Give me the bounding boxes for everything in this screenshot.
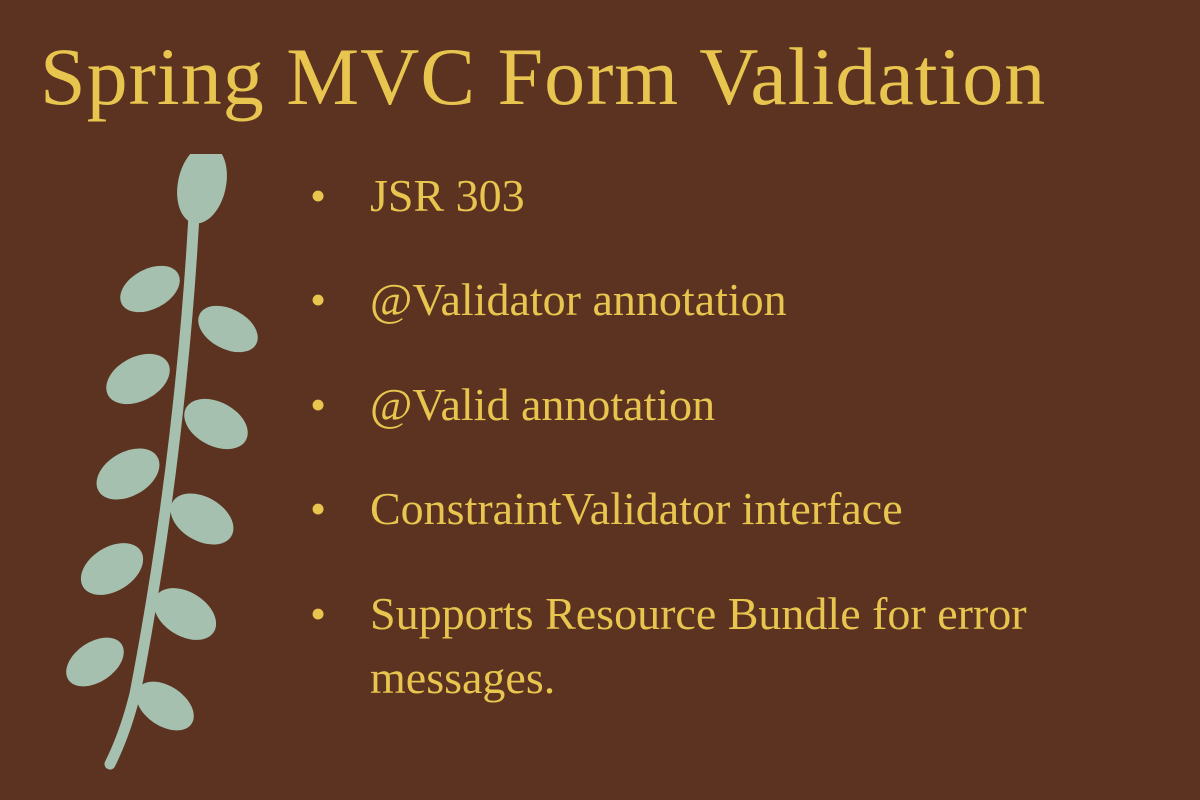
- content-area: JSR 303 @Validator annotation @Valid ann…: [0, 144, 1200, 779]
- list-item-text: ConstraintValidator interface: [350, 477, 1160, 541]
- page-title: Spring MVC Form Validation: [0, 0, 1200, 144]
- plant-decoration-icon: [40, 144, 300, 779]
- bullet-icon: [310, 164, 350, 228]
- list-item: @Validator annotation: [310, 248, 1160, 352]
- list-item: JSR 303: [310, 144, 1160, 248]
- list-item-text: @Validator annotation: [350, 268, 1160, 332]
- list-item: ConstraintValidator interface: [310, 457, 1160, 561]
- list-item-text: Supports Resource Bundle for error messa…: [350, 582, 1160, 711]
- list-item: @Valid annotation: [310, 353, 1160, 457]
- list-item-text: @Valid annotation: [350, 373, 1160, 437]
- list-item-text: JSR 303: [350, 164, 1160, 228]
- feature-list: JSR 303 @Validator annotation @Valid ann…: [300, 144, 1160, 730]
- bullet-icon: [310, 373, 350, 437]
- bullet-icon: [310, 268, 350, 332]
- list-item: Supports Resource Bundle for error messa…: [310, 562, 1160, 731]
- bullet-icon: [310, 582, 350, 646]
- bullet-icon: [310, 477, 350, 541]
